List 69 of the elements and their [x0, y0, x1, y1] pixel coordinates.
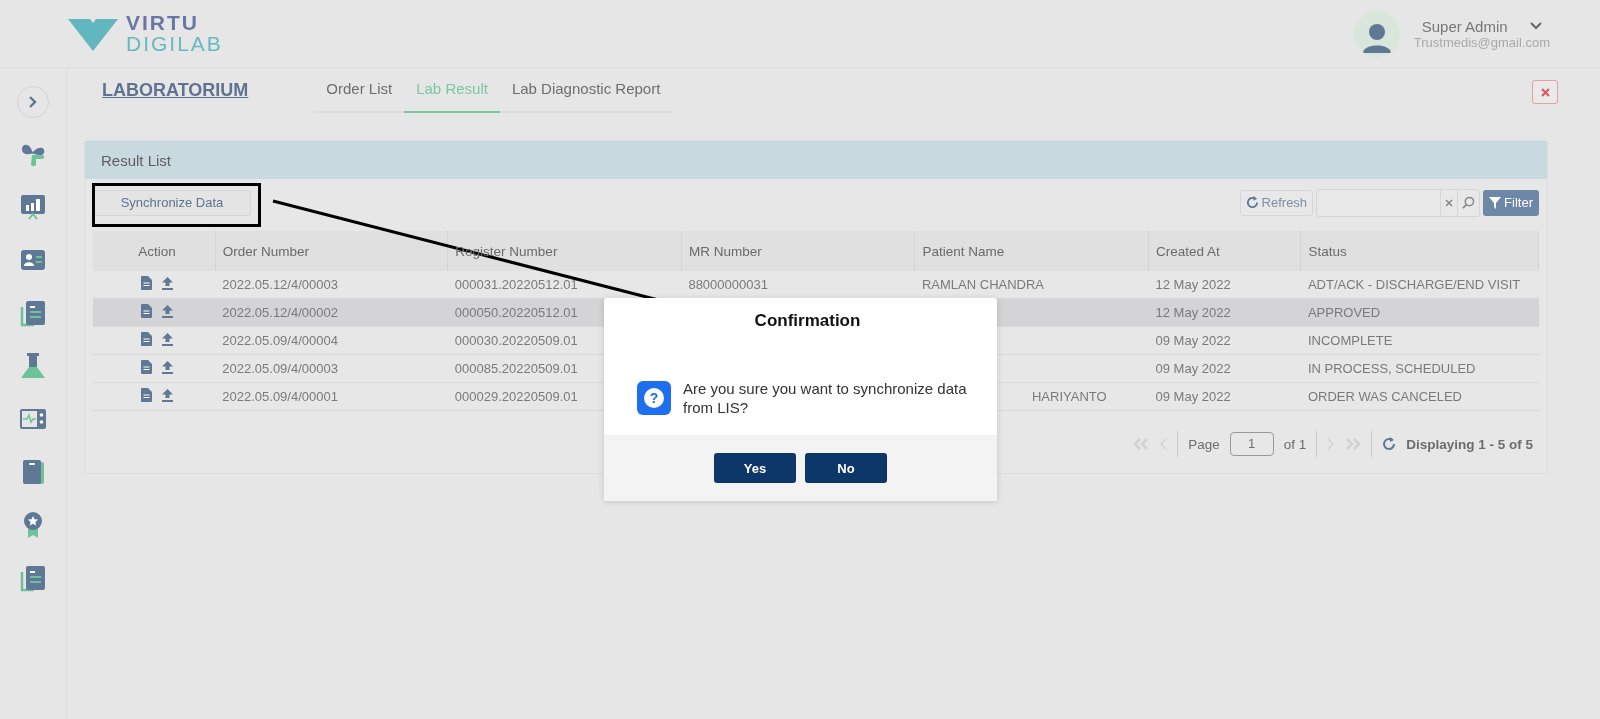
page-count: of 1	[1283, 436, 1307, 452]
dialog-message: Are you sure you want to synchronize data from LIS?	[683, 379, 967, 417]
user-email: Trustmedis@gmail.com	[1413, 34, 1550, 50]
tab[interactable]: Lab Diagnostic Report	[499, 68, 673, 113]
user-name: Super Admin	[1421, 17, 1508, 35]
document-icon[interactable]	[19, 564, 47, 592]
table-cell: HARIYANTO	[1031, 389, 1107, 404]
clear-icon[interactable]	[1445, 198, 1454, 207]
table-cell: 2022.05.09/4/00004	[215, 326, 448, 355]
dialog-title: Confirmation	[753, 310, 862, 331]
dialog-button[interactable]: Yes	[714, 453, 796, 483]
table-cell: 09 May 2022	[1148, 326, 1301, 355]
refresh-icon[interactable]	[1245, 196, 1259, 209]
upload-icon[interactable]	[161, 361, 173, 374]
column-header: Patient Name	[922, 243, 1005, 259]
table-cell: ORDER WAS CANCELED	[1300, 382, 1539, 411]
table-cell: 2022.05.12/4/00003	[215, 271, 448, 299]
table-cell: 2022.05.09/4/00001	[215, 382, 448, 411]
logo-icon	[68, 16, 118, 51]
filter-button[interactable]: Filter	[1483, 189, 1539, 216]
close-button[interactable]	[1532, 80, 1558, 104]
refresh-icon[interactable]	[1382, 437, 1397, 451]
table-cell: IN PROCESS, SCHEDULED	[1300, 354, 1539, 383]
module-title[interactable]: LABORATORIUM	[102, 80, 249, 101]
table-cell: 12 May 2022	[1148, 271, 1301, 299]
page-label: Page	[1188, 436, 1220, 452]
table-cell: RAMLAN CHANDRA	[921, 277, 1045, 292]
display-summary: Displaying 1 - 5 of 5	[1406, 436, 1533, 452]
table-cell: 2022.05.12/4/00002	[215, 298, 448, 327]
filter-icon[interactable]	[1489, 196, 1502, 209]
upload-icon[interactable]	[161, 389, 173, 402]
logo-text: VIRTU	[126, 12, 200, 33]
table-cell: 88000000031	[688, 277, 768, 292]
table-cell: 09 May 2022	[1148, 382, 1301, 411]
column-header: Status	[1308, 243, 1347, 259]
flask-icon[interactable]	[19, 352, 47, 380]
column-header: Order Number	[222, 243, 310, 259]
close-icon[interactable]	[1540, 87, 1550, 97]
table-cell: 09 May 2022	[1148, 354, 1301, 383]
document-icon[interactable]	[141, 276, 153, 290]
tab[interactable]: Order List	[314, 68, 405, 113]
search-field[interactable]	[1316, 188, 1481, 217]
refresh-button[interactable]: Refresh	[1239, 189, 1314, 216]
synchronize-button[interactable]: Synchronize Data	[93, 189, 251, 216]
document-icon[interactable]	[141, 388, 153, 402]
column-header: Action	[138, 243, 176, 259]
logo-subtitle: DIGILAB	[126, 33, 223, 55]
table-cell: 12 May 2022	[1148, 298, 1301, 327]
column-header: MR Number	[688, 243, 762, 259]
table-cell: INCOMPLETE	[1300, 326, 1539, 355]
panel-title: Result List	[85, 141, 1547, 179]
search-icon[interactable]	[1462, 196, 1476, 209]
upload-icon[interactable]	[161, 333, 173, 346]
document-icon[interactable]	[141, 360, 153, 374]
chevron-right-icon[interactable]	[28, 96, 38, 108]
page-number-field[interactable]: 1	[1229, 432, 1274, 456]
document-icon[interactable]	[141, 332, 153, 346]
question-icon: ?	[637, 381, 671, 415]
table-cell: 2022.05.09/4/00003	[215, 354, 448, 383]
dialog-button[interactable]: No	[805, 453, 887, 483]
upload-icon[interactable]	[161, 277, 173, 290]
table-cell: ADT/ACK - DISCHARGE/END VISIT	[1300, 271, 1539, 299]
chevron-down-icon[interactable]	[1529, 22, 1542, 30]
column-header: Created At	[1156, 243, 1220, 259]
presentation-chart-icon[interactable]	[19, 193, 47, 221]
document-icon[interactable]	[19, 299, 47, 327]
upload-icon[interactable]	[161, 305, 173, 318]
document-icon[interactable]	[141, 304, 153, 318]
table-cell: APPROVED	[1300, 298, 1539, 327]
